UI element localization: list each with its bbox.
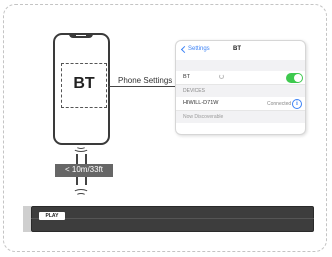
loading-spinner-icon (219, 74, 224, 79)
soundbar-stripe (31, 218, 314, 219)
panel-header: Settings BT (176, 41, 305, 61)
connector-line (108, 86, 177, 87)
device-row[interactable]: HIWILL-D71W Connected i (176, 97, 305, 111)
panel-title: BT (233, 46, 241, 52)
signal-wave-icon (76, 144, 86, 149)
back-settings-link[interactable]: Settings (188, 46, 210, 52)
bt-settings-panel: Settings BT BT DEVICES HIWILL-D71W Conne… (175, 40, 306, 135)
discoverable-text: Now Discoverable (183, 114, 224, 120)
soundbar (31, 206, 314, 232)
distance-bar-right (85, 154, 87, 164)
device-status: Connected (267, 100, 292, 107)
devices-section-header: DEVICES (176, 85, 305, 97)
distance-bar-left-lower (76, 177, 78, 185)
phone-speaker (76, 35, 86, 36)
distance-label: < 10m/33ft (64, 165, 104, 174)
phone-bt-label: BT (73, 75, 95, 92)
chevron-left-icon[interactable] (180, 45, 189, 54)
distance-bar-right-lower (85, 177, 87, 185)
device-name: HIWILL-D71W (183, 100, 219, 106)
discoverable-row: Now Discoverable (176, 111, 305, 123)
devices-section-label: DEVICES (183, 88, 205, 94)
bt-row-label: BT (183, 74, 191, 80)
bt-toggle-switch[interactable] (286, 73, 303, 83)
signal-wave-icon (76, 193, 86, 198)
phone-settings-label: Phone Settings (118, 76, 173, 85)
soundbar-end-cap (23, 206, 31, 232)
distance-bar-left (76, 154, 78, 164)
info-icon[interactable]: i (292, 99, 302, 109)
soundbar-logo-text: PLAY (45, 213, 59, 219)
row-spacer (176, 60, 305, 71)
bt-toggle-row: BT (176, 71, 305, 85)
toggle-knob (294, 74, 302, 82)
